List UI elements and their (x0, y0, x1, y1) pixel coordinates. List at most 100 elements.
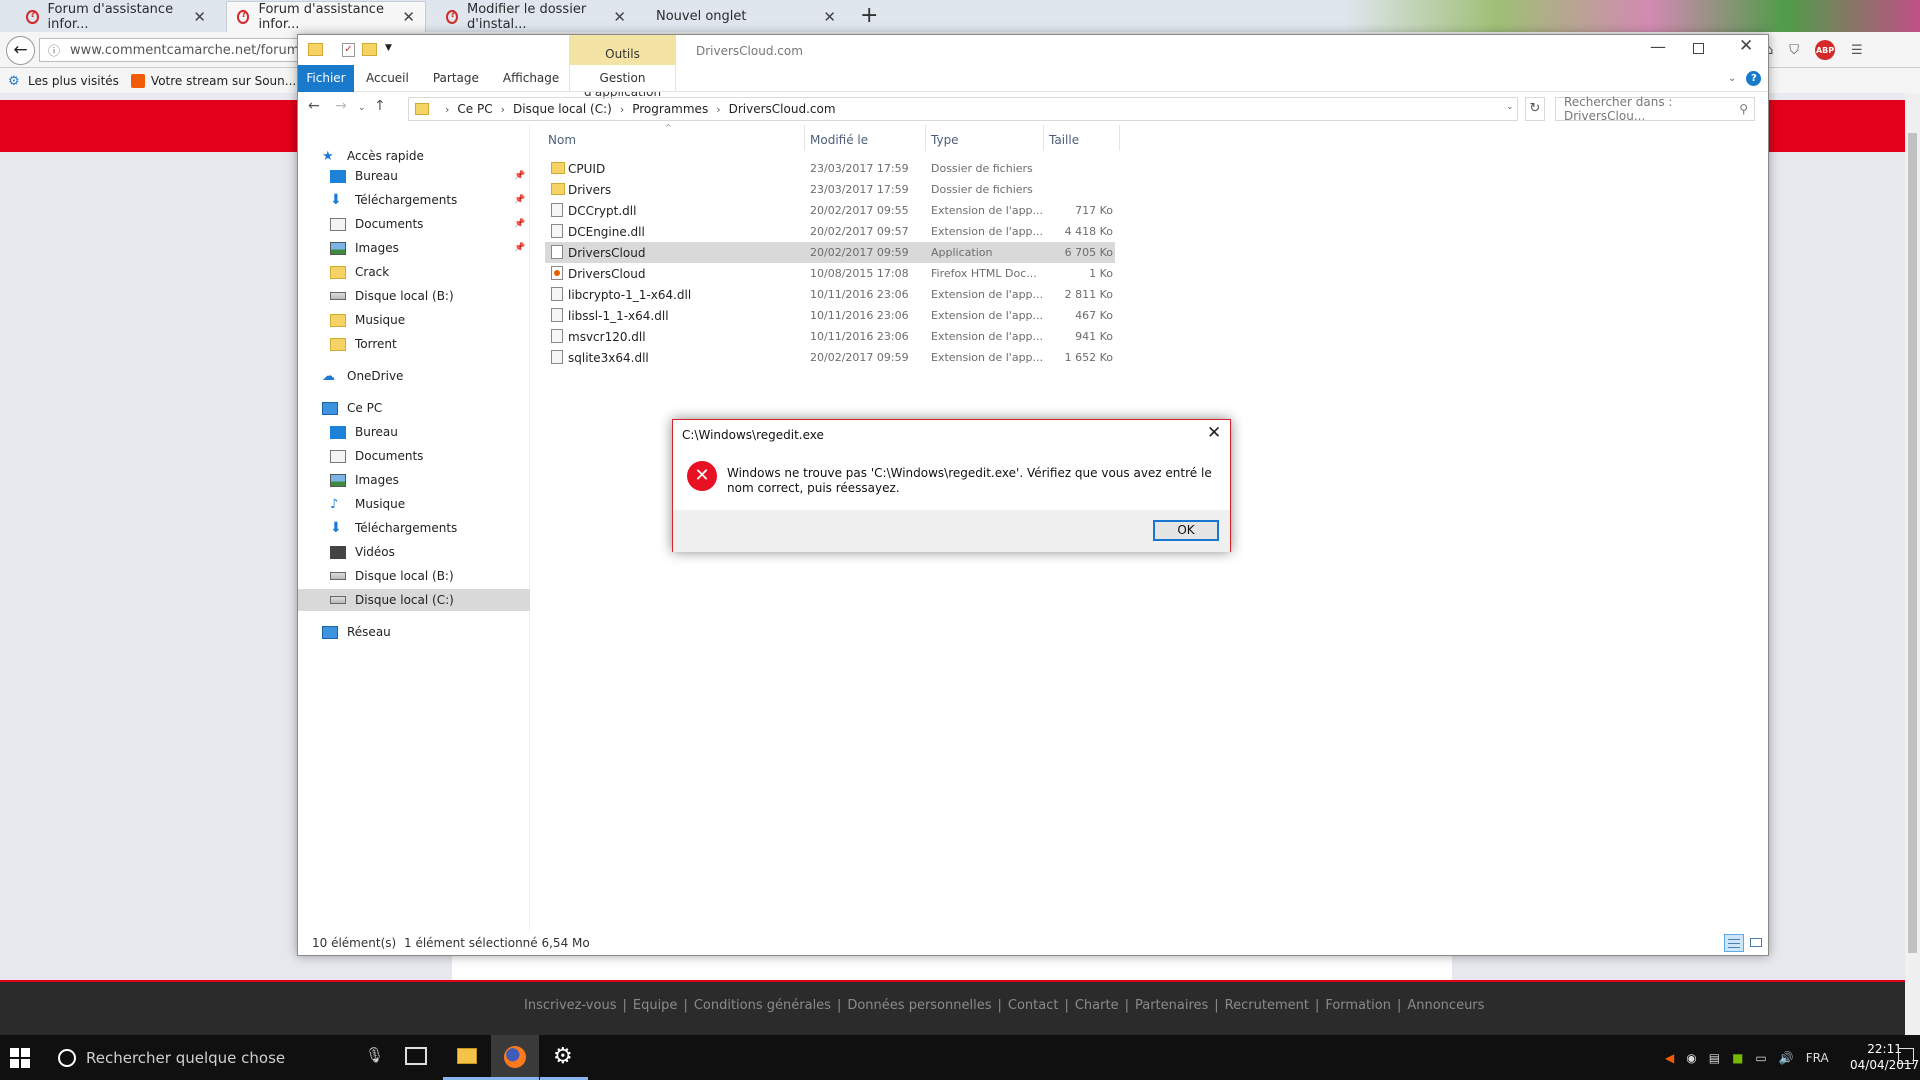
breadcrumb-item[interactable]: Ce PC (457, 102, 492, 116)
nav-pc-disk-b[interactable]: Disque local (B:) (298, 565, 530, 587)
close-icon[interactable]: ✕ (1739, 36, 1753, 56)
tab-accueil[interactable]: Accueil (354, 65, 421, 92)
steam-icon[interactable]: ◉ (1686, 1051, 1696, 1065)
file-row[interactable]: msvcr120.dll 10/11/2016 23:06 Extension de… (545, 326, 1115, 347)
nav-disk-b[interactable]: Disque local (B:) (298, 285, 530, 307)
footer-link[interactable]: Recrutement (1225, 998, 1309, 1013)
footer-link[interactable]: Annonceurs (1407, 998, 1484, 1013)
tray-app-icon[interactable]: ▤ (1709, 1051, 1720, 1065)
nav-crack[interactable]: Crack (298, 261, 530, 283)
file-row[interactable]: DCEngine.dll 20/02/2017 09:57 Extension de… (545, 221, 1115, 242)
customize-quick-access-icon[interactable]: ▼ (385, 43, 392, 53)
close-tab-icon[interactable]: ✕ (823, 8, 836, 26)
windows-start-icon[interactable] (10, 1048, 30, 1068)
footer-link[interactable]: Contact (1008, 998, 1059, 1013)
nav-pc-images[interactable]: Images (298, 469, 530, 491)
address-bar[interactable]: › Ce PC › Disque local (C:) › Programmes… (408, 97, 1518, 121)
file-row-selected[interactable]: DriversCloud 20/02/2017 09:59 Application 6… (545, 242, 1115, 263)
footer-link[interactable]: Charte (1075, 998, 1119, 1013)
refresh-icon[interactable]: ↻ (1525, 97, 1545, 121)
browser-tab-active[interactable]: Forum d'assistance infor... ✕ (226, 1, 426, 32)
column-header-modified[interactable]: Modifié le (810, 133, 868, 147)
minimize-icon[interactable]: — (1650, 37, 1666, 56)
info-icon[interactable]: ⓘ (48, 42, 60, 59)
microphone-icon[interactable]: 🎙 (365, 1046, 384, 1064)
breadcrumb-item[interactable]: DriversCloud.com (729, 102, 836, 116)
column-divider[interactable] (804, 125, 805, 151)
tab-gestion[interactable]: Gestion (569, 64, 676, 92)
new-folder-icon[interactable] (362, 43, 377, 56)
chevron-right-icon[interactable]: › (716, 103, 720, 116)
large-icons-view-icon[interactable] (1748, 934, 1764, 952)
breadcrumb-item[interactable]: Disque local (C:) (513, 102, 612, 116)
footer-link[interactable]: Equipe (633, 998, 678, 1013)
file-row[interactable]: DCCrypt.dll 20/02/2017 09:55 Extension de … (545, 200, 1115, 221)
recent-locations-icon[interactable]: ⌄ (358, 103, 366, 113)
footer-link[interactable]: Conditions générales (694, 998, 831, 1013)
tray-app-icon[interactable]: ◀ (1665, 1051, 1674, 1065)
nav-images[interactable]: Images 📌 (298, 237, 530, 259)
details-view-icon[interactable] (1724, 934, 1744, 952)
notification-center-icon[interactable] (1898, 1048, 1914, 1064)
properties-icon[interactable]: ✓ (342, 43, 355, 57)
column-header-type[interactable]: Type (931, 133, 959, 147)
pocket-icon[interactable]: ⛉ (1789, 43, 1799, 58)
nav-bureau[interactable]: Bureau 📌 (298, 165, 530, 187)
chevron-down-icon[interactable]: ⌄ (1506, 102, 1514, 112)
ok-button[interactable]: OK (1153, 520, 1219, 541)
adblock-icon[interactable]: ABP (1815, 40, 1836, 60)
nav-pc-documents[interactable]: Documents (298, 445, 530, 467)
tab-affichage[interactable]: Affichage (491, 65, 571, 92)
nav-network[interactable]: Réseau (298, 621, 530, 643)
file-row[interactable]: Drivers 23/03/2017 17:59 Dossier de fichie… (545, 179, 1115, 200)
new-tab-icon[interactable]: + (860, 3, 878, 28)
file-row[interactable]: CPUID 23/03/2017 17:59 Dossier de fichiers (545, 158, 1115, 179)
language-indicator[interactable]: FRA (1806, 1051, 1829, 1065)
help-icon[interactable]: ? (1746, 71, 1762, 86)
file-row[interactable]: libssl-1_1-x64.dll 10/11/2016 23:06 Extens… (545, 305, 1115, 326)
taskbar-search-input[interactable]: Rechercher quelque chose (48, 1035, 388, 1080)
up-arrow-icon[interactable]: ↑ (374, 98, 386, 114)
footer-link[interactable]: Partenaires (1135, 998, 1208, 1013)
close-tab-icon[interactable]: ✕ (402, 8, 415, 26)
nav-pc-videos[interactable]: Vidéos (298, 541, 530, 563)
nav-pc-musique[interactable]: ♪ Musique (298, 493, 530, 515)
browser-tab[interactable]: Forum d'assistance infor... ✕ (16, 1, 216, 32)
close-tab-icon[interactable]: ✕ (613, 8, 626, 26)
scrollbar-thumb[interactable] (1908, 133, 1917, 953)
url-bar[interactable]: ⓘ www.commentcamarche.net/forum/n (39, 38, 319, 62)
column-divider[interactable] (1043, 125, 1044, 151)
taskbar-settings-icon[interactable]: ⚙ (540, 1035, 588, 1080)
nav-quick-access[interactable]: ★ Accès rapide (298, 145, 530, 167)
nav-onedrive[interactable]: ☁ OneDrive (298, 365, 530, 387)
chevron-right-icon[interactable]: › (445, 103, 449, 116)
tab-partage[interactable]: Partage (421, 65, 491, 92)
close-tab-icon[interactable]: ✕ (193, 8, 206, 26)
back-arrow-icon[interactable]: ← (308, 98, 320, 114)
back-arrow-icon[interactable]: ← (6, 36, 35, 65)
page-scrollbar[interactable] (1905, 93, 1920, 1035)
nav-torrent[interactable]: Torrent (298, 333, 530, 355)
taskbar-firefox-icon[interactable] (491, 1035, 539, 1080)
footer-link[interactable]: Données personnelles (847, 998, 991, 1013)
search-input[interactable]: Rechercher dans : DriversClou... ⚲ (1555, 95, 1755, 123)
expand-ribbon-icon[interactable]: ⌄ (1728, 73, 1736, 84)
nav-documents[interactable]: Documents 📌 (298, 213, 530, 235)
bookmark-item[interactable]: ⚙ Les plus visités (8, 74, 119, 89)
close-icon[interactable]: ✕ (1207, 423, 1221, 443)
breadcrumb-item[interactable]: Programmes (632, 102, 708, 116)
file-row[interactable]: DriversCloud 10/08/2015 17:08 Firefox HTML… (545, 263, 1115, 284)
column-header-size[interactable]: Taille (1049, 133, 1079, 147)
browser-tab[interactable]: Nouvel onglet ✕ (646, 1, 846, 32)
chevron-right-icon[interactable]: › (501, 103, 505, 116)
volume-icon[interactable]: 🔊 (1779, 1051, 1794, 1065)
maximize-icon[interactable] (1693, 43, 1704, 54)
nav-this-pc[interactable]: Ce PC (298, 397, 530, 419)
nav-musique[interactable]: Musique (298, 309, 530, 331)
footer-link[interactable]: Formation (1325, 998, 1391, 1013)
taskbar-file-explorer-icon[interactable] (443, 1035, 491, 1080)
nav-pc-disk-c[interactable]: Disque local (C:) (298, 589, 530, 611)
chevron-right-icon[interactable]: › (620, 103, 624, 116)
file-row[interactable]: sqlite3x64.dll 20/02/2017 09:59 Extension … (545, 347, 1115, 368)
tab-fichier[interactable]: Fichier (298, 64, 354, 92)
